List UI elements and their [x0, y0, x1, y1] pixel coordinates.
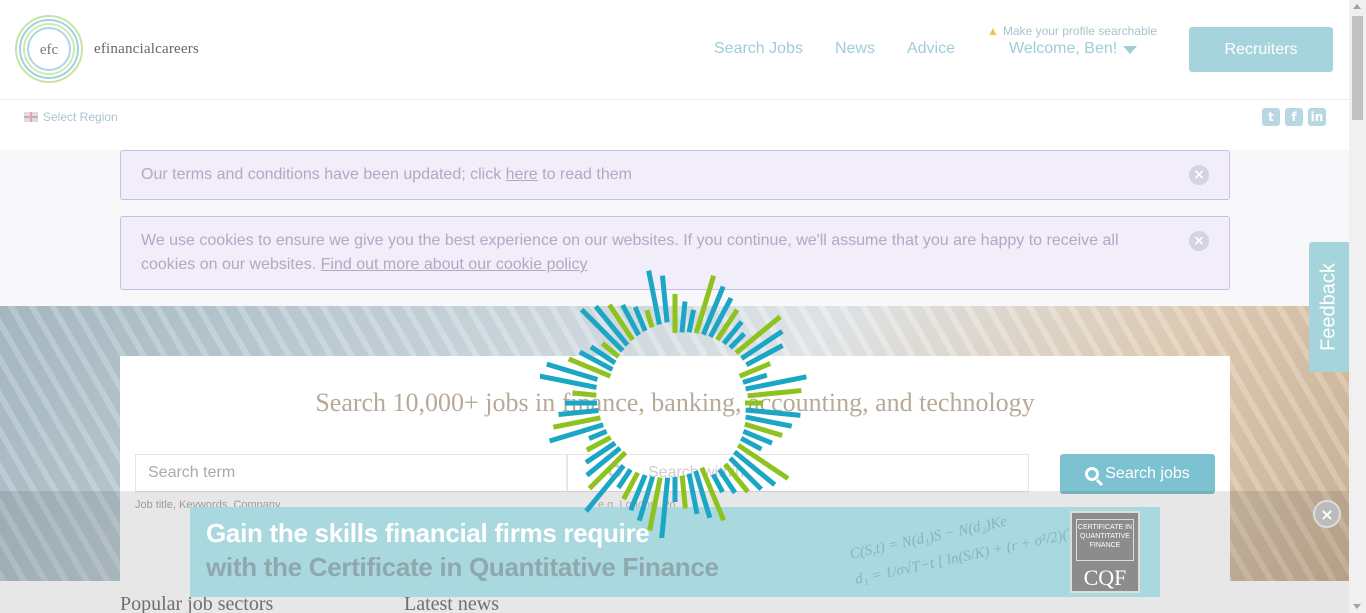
- spinner-ray: [644, 309, 655, 329]
- loading-spinner-icon: [540, 270, 807, 538]
- terms-text-before: Our terms and conditions have been updat…: [141, 166, 506, 183]
- spinner-ray: [679, 475, 688, 509]
- svg-text:efc: efc: [40, 42, 59, 58]
- nav-advice[interactable]: Advice: [907, 40, 955, 58]
- select-region[interactable]: Select Region: [24, 110, 118, 124]
- formula-decoration: C(S,t) = N(d₁)S − N(d₂)Ke d₁ = 1/σ√T−t [ …: [848, 513, 1106, 588]
- main-nav: Search Jobs News Advice: [714, 40, 955, 58]
- efc-logo-icon: efc: [15, 15, 83, 83]
- close-cookie-icon[interactable]: ×: [1189, 231, 1209, 251]
- user-menu[interactable]: Welcome, Ben!: [1009, 40, 1138, 58]
- spinner-ray: [659, 477, 671, 538]
- cqf-logo-caption: CERTIFICATE IN QUANTITATIVE FINANCE: [1076, 519, 1134, 561]
- social-links: t f in: [1262, 108, 1326, 126]
- spinner-ray: [679, 301, 688, 333]
- profile-searchable-hint[interactable]: ▲ Make your profile searchable: [987, 24, 1157, 38]
- close-ad-icon[interactable]: ×: [1313, 500, 1341, 528]
- site-logo[interactable]: efc efinancialcareers: [14, 14, 199, 84]
- feedback-tab[interactable]: Feedback: [1309, 242, 1349, 372]
- chevron-down-icon: [1123, 46, 1138, 54]
- facebook-icon[interactable]: f: [1285, 108, 1303, 126]
- terms-link[interactable]: here: [506, 166, 538, 183]
- spinner-ray: [747, 388, 802, 399]
- linkedin-icon[interactable]: in: [1308, 108, 1326, 126]
- spinner-ray: [686, 309, 696, 333]
- ad-subheadline: with the Certificate in Quantitative Fin…: [206, 552, 719, 582]
- spinner-ray: [572, 390, 597, 398]
- scroll-down-icon[interactable]: [1353, 604, 1361, 609]
- spinner-ray: [742, 372, 768, 385]
- page-scrollbar[interactable]: [1349, 0, 1366, 613]
- search-term-input[interactable]: [135, 454, 567, 492]
- scroll-up-icon[interactable]: [1353, 4, 1361, 9]
- spinner-ray: [558, 408, 599, 417]
- spinner-ray: [745, 407, 801, 418]
- nav-news[interactable]: News: [835, 40, 875, 58]
- cookie-text: We use cookies to ensure we give you the…: [141, 232, 1119, 273]
- region-label: Select Region: [43, 110, 118, 124]
- site-header: efc efinancialcareers Search Jobs News A…: [0, 0, 1349, 100]
- welcome-text: Welcome, Ben!: [1009, 40, 1118, 57]
- profile-hint-text: Make your profile searchable: [1002, 24, 1157, 38]
- nav-search-jobs[interactable]: Search Jobs: [714, 40, 803, 58]
- twitter-icon[interactable]: t: [1262, 108, 1280, 126]
- scroll-thumb[interactable]: [1352, 16, 1363, 120]
- spinner-ray: [723, 462, 750, 494]
- spinner-ray: [745, 343, 784, 368]
- spinner-ray: [588, 429, 608, 441]
- cqf-logo-text: CQF: [1083, 565, 1127, 590]
- close-terms-icon[interactable]: ×: [1189, 165, 1209, 185]
- search-button-label: Search jobs: [1105, 465, 1190, 482]
- spinner-ray: [659, 275, 670, 323]
- feedback-label: Feedback: [1317, 263, 1340, 351]
- search-icon: [1085, 467, 1100, 481]
- recruiters-button[interactable]: Recruiters: [1189, 27, 1333, 72]
- terms-text-after: to read them: [537, 166, 632, 183]
- warning-icon: ▲: [987, 24, 999, 38]
- terms-notice: Our terms and conditions have been updat…: [120, 150, 1230, 200]
- logo-text: efinancialcareers: [94, 40, 199, 57]
- spinner-ray: [710, 473, 725, 494]
- cqf-logo: CERTIFICATE IN QUANTITATIVE FINANCE CQF: [1070, 511, 1140, 593]
- uk-flag-icon: [24, 112, 38, 122]
- search-jobs-button[interactable]: Search jobs: [1060, 454, 1215, 494]
